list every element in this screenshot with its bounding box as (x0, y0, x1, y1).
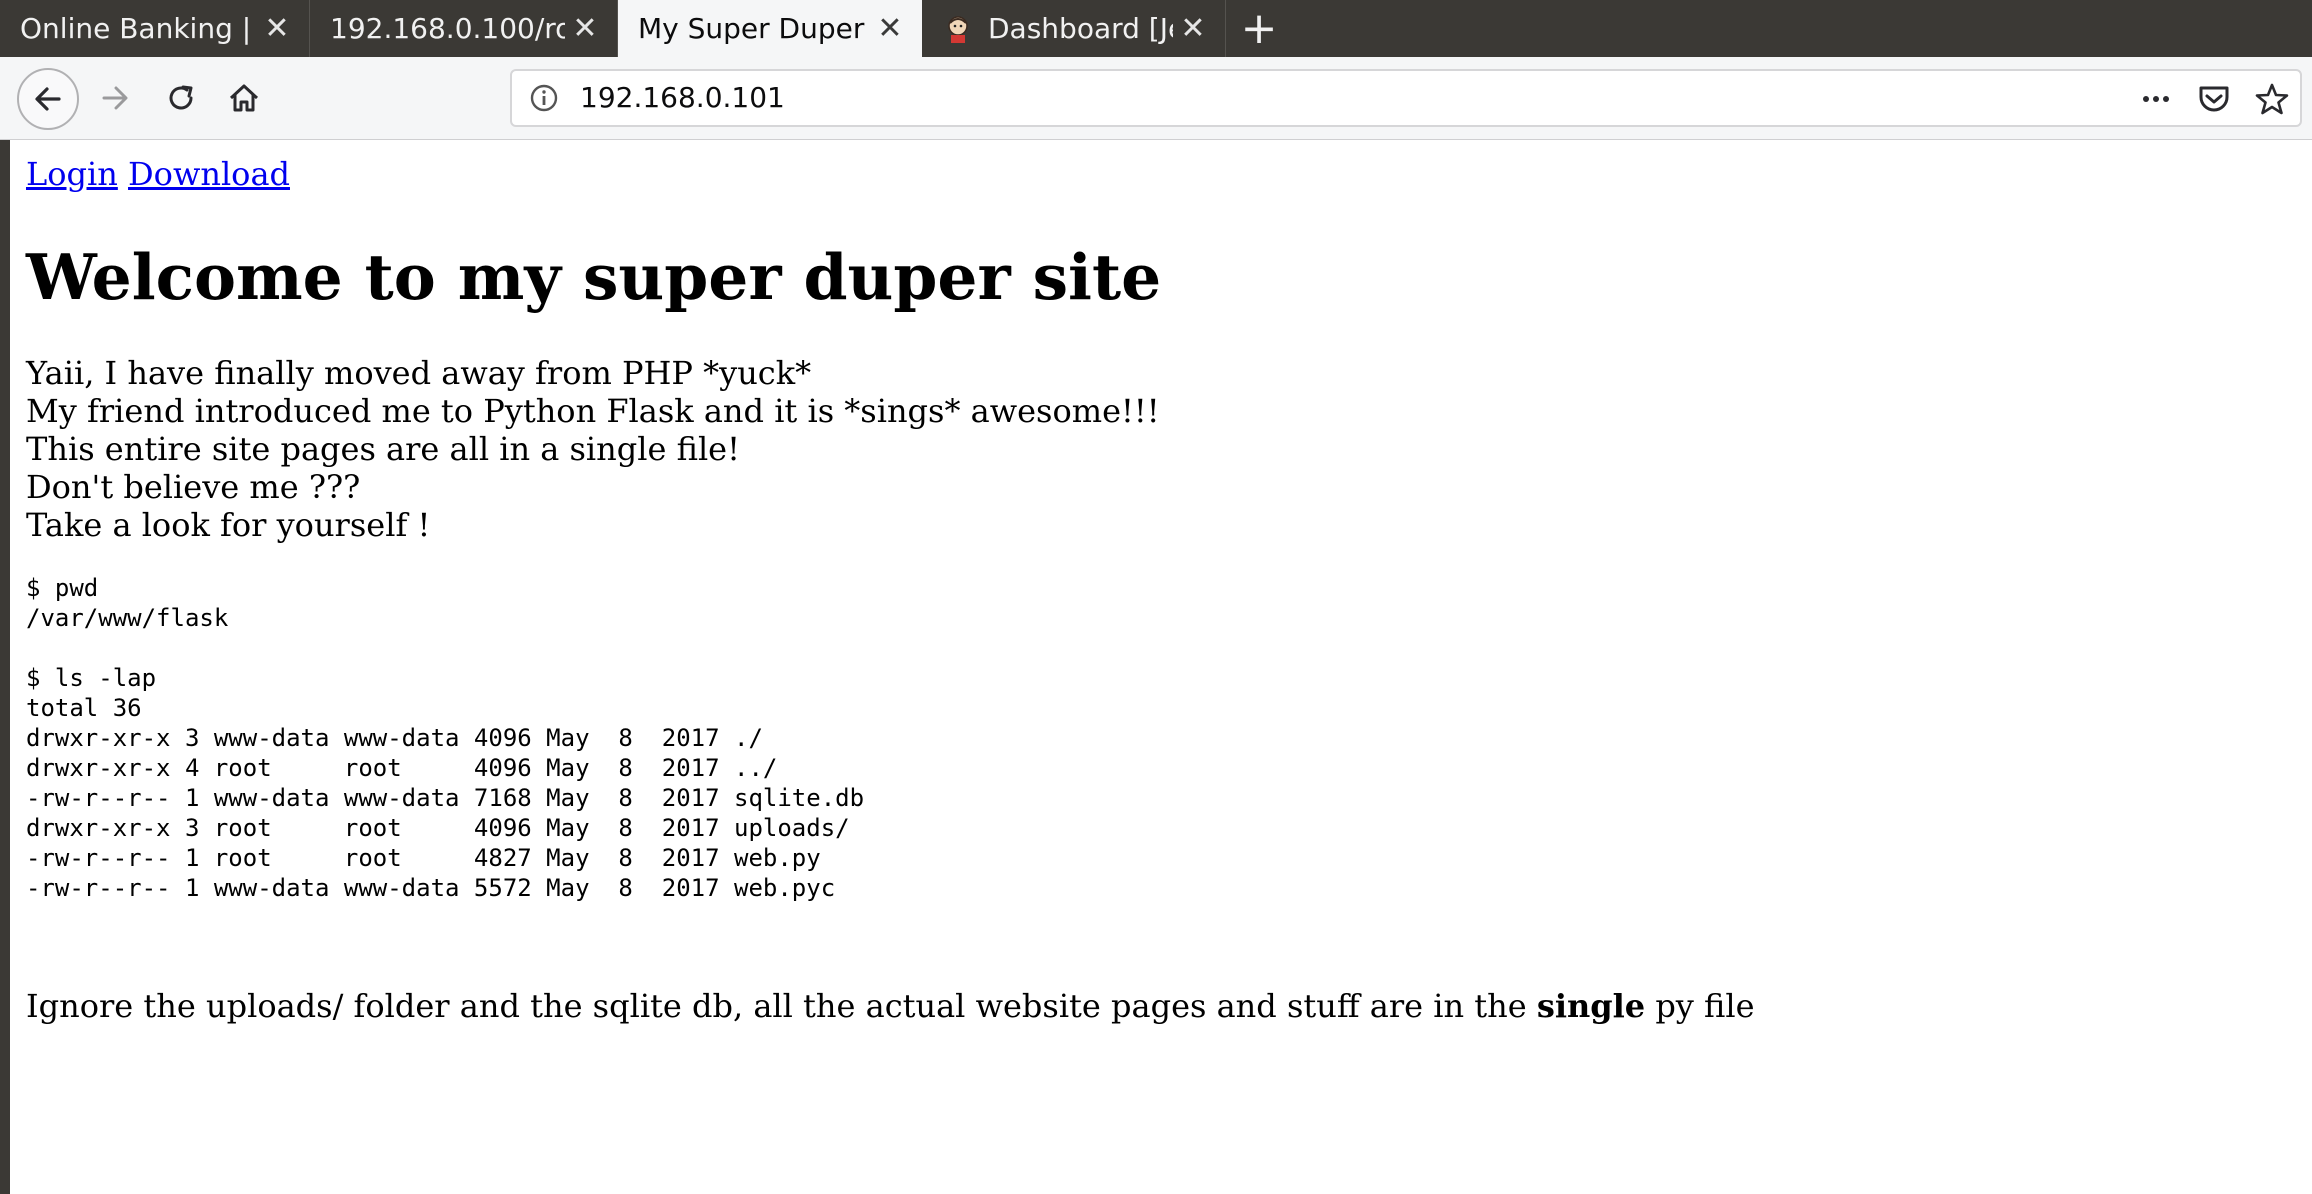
reload-button[interactable] (158, 75, 204, 121)
navigation-toolbar: 192.168.0.101 (0, 57, 2312, 140)
tab-jenkins-dashboard[interactable]: Dashboard [Jenkins] ✕ (922, 0, 1226, 57)
top-nav-links: Login Download (26, 154, 2296, 194)
footer-note: Ignore the uploads/ folder and the sqlit… (26, 986, 1755, 1026)
close-tab-icon[interactable]: ✕ (565, 11, 605, 46)
intro-line: This entire site pages are all in a sing… (26, 430, 740, 468)
page-heading: Welcome to my super duper site (26, 240, 1162, 314)
close-tab-icon[interactable]: ✕ (1173, 11, 1213, 46)
bookmark-button[interactable] (2250, 77, 2294, 121)
arrow-right-icon (102, 86, 128, 110)
site-info-icon[interactable] (528, 82, 560, 114)
home-button[interactable] (221, 75, 267, 121)
tab-title: 192.168.0.100/robots.txt (330, 12, 565, 45)
intro-line: Take a look for yourself ! (26, 506, 431, 544)
pocket-button[interactable] (2192, 77, 2236, 121)
url-text[interactable]: 192.168.0.101 (580, 81, 785, 114)
download-link[interactable]: Download (128, 155, 290, 193)
tab-robots-txt[interactable]: 192.168.0.100/robots.txt ✕ (310, 0, 618, 57)
tab-title: Online Banking | TheBazaar (20, 12, 257, 45)
footer-text: Ignore the uploads/ folder and the sqlit… (26, 987, 1537, 1025)
tab-online-banking[interactable]: Online Banking | TheBazaar ✕ (0, 0, 310, 57)
home-icon (229, 84, 259, 112)
intro-text: Yaii, I have finally moved away from PHP… (26, 354, 1160, 544)
star-icon (2255, 83, 2289, 115)
arrow-left-icon (35, 87, 61, 111)
url-bar[interactable]: 192.168.0.101 (510, 69, 2302, 127)
tab-my-super-duper-site[interactable]: My Super Duper Site ✕ (618, 0, 922, 57)
page-actions-button[interactable] (2134, 77, 2178, 121)
close-tab-icon[interactable]: ✕ (257, 11, 297, 46)
login-link[interactable]: Login (26, 155, 118, 193)
tab-title: Dashboard [Jenkins] (988, 12, 1173, 45)
intro-line: Don't believe me ??? (26, 468, 361, 506)
back-button[interactable] (17, 68, 79, 130)
tab-strip: Online Banking | TheBazaar ✕ 192.168.0.1… (0, 0, 2312, 57)
terminal-output: $ pwd /var/www/flask $ ls -lap total 36 … (26, 574, 865, 902)
tab-title: My Super Duper Site (638, 12, 870, 45)
reload-icon (169, 85, 193, 110)
more-dots-icon (2143, 96, 2169, 102)
intro-line: My friend introduced me to Python Flask … (26, 392, 1160, 430)
close-tab-icon[interactable]: ✕ (870, 11, 910, 46)
page-content: Login Download Welcome to my super duper… (10, 140, 2312, 1194)
footer-text-end: py file (1645, 987, 1755, 1025)
url-actions (2134, 77, 2294, 121)
intro-line: Yaii, I have finally moved away from PHP… (26, 354, 812, 392)
forward-button[interactable] (92, 75, 138, 121)
footer-bold: single (1536, 987, 1646, 1025)
pocket-icon (2199, 86, 2229, 112)
jenkins-icon (948, 15, 968, 43)
window-left-edge (0, 140, 10, 1194)
new-tab-button[interactable]: + (1226, 0, 1292, 57)
